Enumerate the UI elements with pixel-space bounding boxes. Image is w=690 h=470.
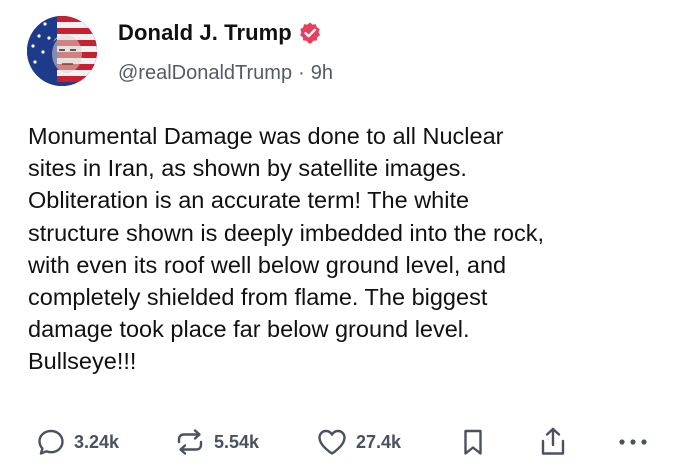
heart-icon: [316, 427, 348, 457]
post-card: Donald J. Trump @realDonaldTrump · 9h Monu…: [0, 0, 690, 470]
like-button[interactable]: 27.4k: [316, 422, 401, 462]
author-display-name[interactable]: Donald J. Trump: [118, 19, 292, 47]
author-meta-row: @realDonaldTrump · 9h: [118, 60, 333, 86]
like-count: 27.4k: [356, 431, 402, 452]
repost-arrows-icon: [174, 427, 206, 457]
avatar[interactable]: [27, 16, 97, 86]
bookmark-button[interactable]: [460, 422, 486, 462]
more-dots-icon: [617, 436, 649, 448]
post-actions-bar: 3.24k 5.54k 27.4k: [0, 422, 690, 462]
share-button[interactable]: [538, 422, 568, 462]
author-name-row: Donald J. Trump: [118, 19, 322, 47]
reply-button[interactable]: 3.24k: [36, 422, 119, 462]
reply-count: 3.24k: [74, 431, 120, 452]
repost-button[interactable]: 5.54k: [174, 422, 259, 462]
author-handle[interactable]: @realDonaldTrump: [118, 62, 292, 84]
bookmark-icon: [460, 427, 486, 457]
share-upload-icon: [538, 426, 568, 458]
verified-badge-icon: [298, 21, 322, 45]
speech-bubble-icon: [36, 427, 66, 457]
avatar-image: [27, 16, 97, 86]
post-timestamp[interactable]: 9h: [311, 62, 333, 84]
repost-count: 5.54k: [214, 431, 260, 452]
more-options-button[interactable]: [617, 422, 649, 462]
post-body-text: Monumental Damage was done to all Nuclea…: [28, 123, 544, 375]
meta-separator: ·: [298, 62, 305, 84]
